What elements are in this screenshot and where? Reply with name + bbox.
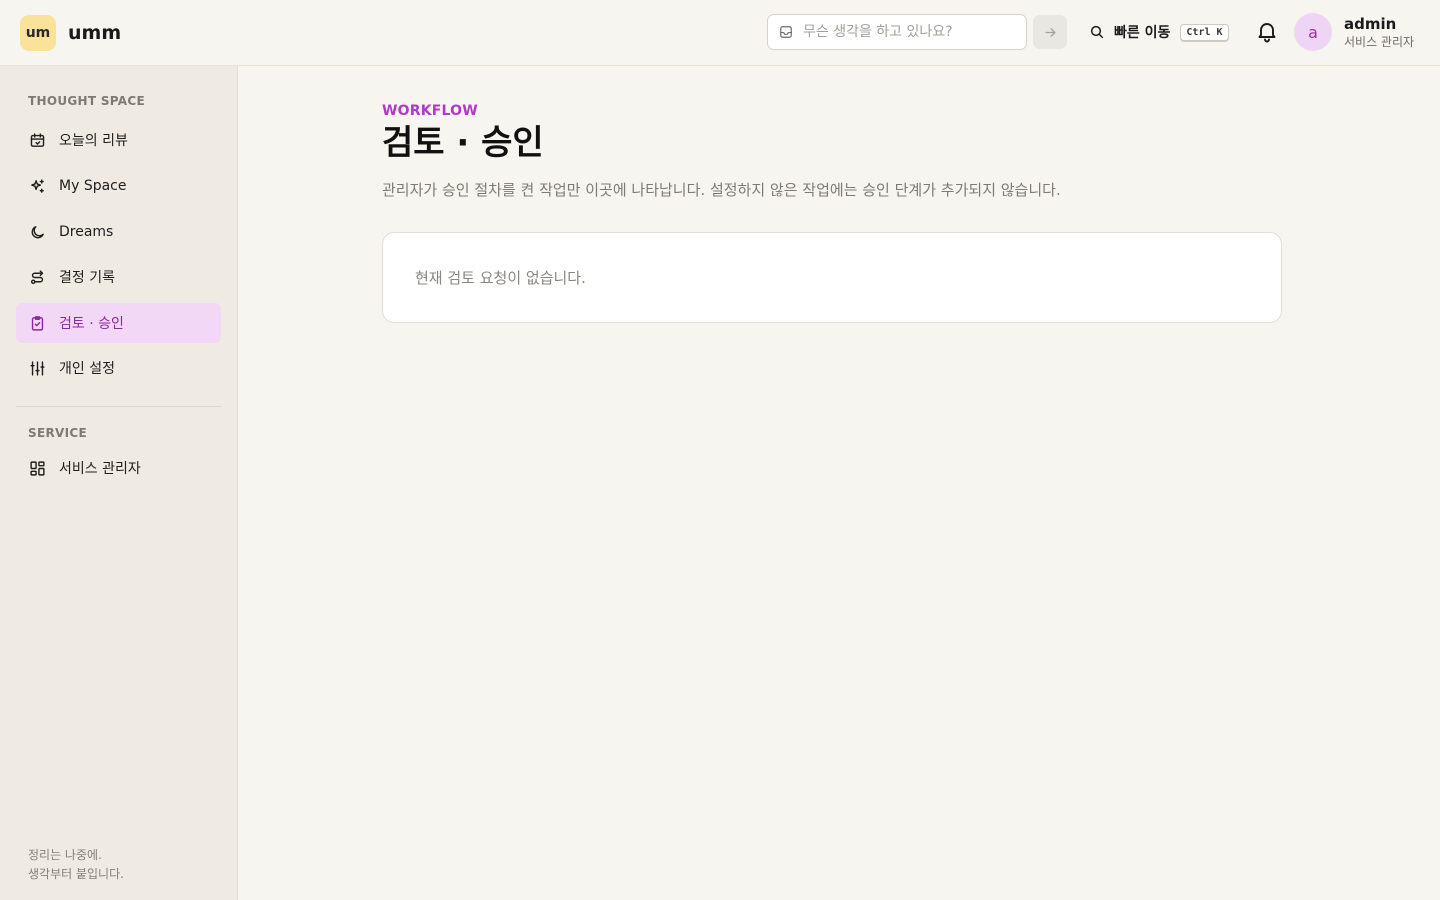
section-title-service: SERVICE [28, 426, 87, 440]
grid-icon [28, 459, 46, 477]
sliders-icon [28, 359, 46, 377]
sidebar-item-today-review[interactable]: 오늘의 리뷰 [16, 120, 221, 160]
sidebar-item-label: 개인 설정 [59, 361, 115, 377]
quick-capture-field[interactable] [767, 14, 1027, 50]
page-description: 관리자가 승인 절차를 켠 작업만 이곳에 나타납니다. 설정하지 않은 작업에… [382, 181, 1061, 199]
brand[interactable]: um umm [20, 15, 121, 51]
sidebar: THOUGHT SPACE 오늘의 리뷰 My Space Dreams 결정 … [0, 66, 238, 900]
sidebar-item-label: 검토 · 승인 [59, 316, 124, 332]
sidebar-item-dreams[interactable]: Dreams [16, 212, 221, 252]
shortcut-badge: Ctrl K [1180, 23, 1229, 41]
sidebar-item-decision-log[interactable]: 결정 기록 [16, 257, 221, 297]
sidebar-item-personal-settings[interactable]: 개인 설정 [16, 348, 221, 388]
sidebar-item-label: 오늘의 리뷰 [59, 133, 128, 149]
arrow-right-icon [1045, 27, 1055, 37]
user-name: admin [1344, 15, 1397, 33]
page-title: 검토 · 승인 [382, 123, 544, 163]
route-icon [28, 268, 46, 286]
empty-state-message: 현재 검토 요청이 없습니다. [415, 269, 586, 287]
sidebar-item-service-admin[interactable]: 서비스 관리자 [16, 448, 221, 488]
quick-capture-input[interactable] [803, 24, 1003, 40]
sidebar-item-label: Dreams [59, 224, 114, 240]
search-icon [1090, 25, 1104, 39]
sidebar-item-label: 결정 기록 [59, 270, 115, 286]
sparkles-icon [28, 177, 46, 195]
submit-thought-button[interactable] [1033, 15, 1067, 49]
inbox-icon [780, 26, 792, 38]
sidebar-footer: 정리는 나중에. 생각부터 붙입니다. [28, 846, 124, 884]
section-title-thought-space: THOUGHT SPACE [28, 94, 145, 108]
sidebar-item-label: My Space [59, 178, 127, 194]
user-role: 서비스 관리자 [1344, 35, 1415, 49]
sidebar-item-label: 서비스 관리자 [59, 461, 141, 477]
sidebar-item-review-approval[interactable]: 검토 · 승인 [16, 303, 221, 343]
app-logo: um [20, 15, 56, 51]
moon-icon [28, 223, 46, 241]
sidebar-divider [16, 406, 221, 407]
sidebar-footer-line: 정리는 나중에. [28, 848, 102, 862]
page-eyebrow: WORKFLOW [382, 103, 478, 119]
user-info[interactable]: admin 서비스 관리자 [1344, 14, 1414, 51]
quick-nav-label: 빠른 이동 [1114, 25, 1171, 41]
calendar-check-icon [28, 131, 46, 149]
clipboard-check-icon [28, 314, 46, 332]
top-bar: um umm 빠른 이동 Ctrl K a admin 서비스 관리자 [0, 0, 1440, 66]
sidebar-footer-line: 생각부터 붙입니다. [28, 867, 124, 881]
sidebar-item-my-space[interactable]: My Space [16, 166, 221, 206]
avatar[interactable]: a [1294, 13, 1332, 51]
quick-nav-button[interactable]: 빠른 이동 Ctrl K [1089, 19, 1229, 45]
app-name: umm [68, 22, 122, 44]
bell-icon[interactable] [1255, 19, 1279, 43]
empty-state-card: 현재 검토 요청이 없습니다. [382, 232, 1282, 323]
